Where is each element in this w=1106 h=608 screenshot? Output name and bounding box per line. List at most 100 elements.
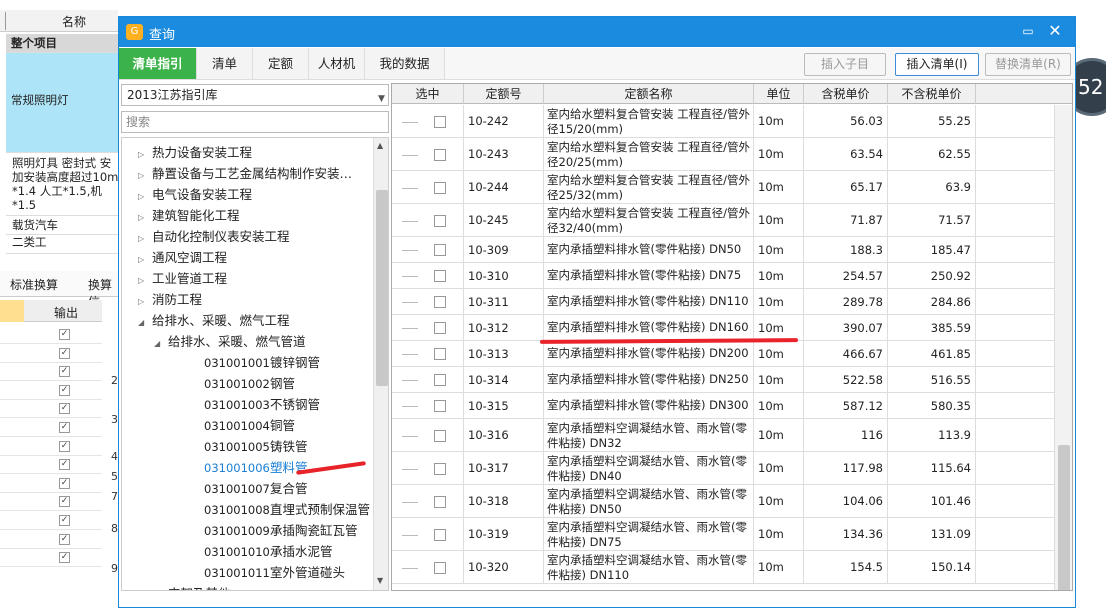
dialog-titlebar[interactable]: G 查询 ▭ ✕ (119, 17, 1075, 47)
tree-item[interactable]: 031001001镀锌钢管 (204, 353, 320, 373)
row-checkbox[interactable] (434, 214, 446, 227)
table-row[interactable]: 10-312 室内承插塑料排水管(零件粘接) DN160 10m 390.07 385.… (392, 315, 1072, 341)
row-checkbox[interactable] (434, 296, 446, 308)
tree-item[interactable]: ▷ 建筑智能化工程 (138, 206, 240, 226)
tree-item[interactable]: 031001007复合管 (204, 479, 308, 499)
tab-list[interactable]: 清单 (197, 48, 253, 79)
tree-item[interactable]: 031001011室外管道碰头 (204, 563, 345, 583)
row-checkbox[interactable] (434, 348, 446, 360)
col-code[interactable]: 定额号 (464, 84, 544, 104)
row-checkbox[interactable] (434, 495, 446, 508)
row-checkbox[interactable] (434, 561, 446, 574)
tree-item[interactable]: ◢ 给排水、采暖、燃气工程 (138, 311, 290, 331)
bg-output-checkbox[interactable]: ✓ (59, 552, 70, 564)
tree-item[interactable]: ◢ 给排水、采暖、燃气管道 (154, 332, 306, 352)
table-row[interactable]: 10-314 室内承插塑料排水管(零件粘接) DN250 10m 522.58 516.… (392, 367, 1072, 393)
bg-row-project[interactable]: 整个项目 (6, 34, 118, 53)
tab-materials[interactable]: 人材机 (309, 48, 365, 79)
expand-arrow-icon[interactable]: ▷ (138, 145, 152, 165)
table-row[interactable]: 10-242 室内给水塑料复合管安装 工程直径/管外径15/20(mm) 10m 56… (392, 105, 1072, 138)
bg-output-checkbox[interactable]: ✓ (59, 384, 70, 396)
row-checkbox[interactable] (434, 244, 446, 256)
row-checkbox[interactable] (434, 270, 446, 282)
expand-arrow-icon[interactable]: ▷ (154, 586, 168, 590)
bg-output-checkbox[interactable]: ✓ (59, 347, 70, 359)
table-row[interactable]: 10-315 室内承插塑料排水管(零件粘接) DN300 10m 587.12 580.… (392, 393, 1072, 419)
tree-scrollbar[interactable]: ▲ ▼ (373, 138, 388, 590)
row-checkbox[interactable] (434, 429, 446, 442)
col-select[interactable]: 选中 (392, 84, 464, 104)
table-row[interactable]: 10-320 室内承插塑料空调凝结水管、雨水管(零件粘接) DN110 10m 154… (392, 551, 1072, 584)
tree-item[interactable]: 031001004铜管 (204, 416, 295, 436)
row-checkbox[interactable] (434, 115, 446, 128)
scroll-down-icon[interactable]: ▼ (377, 576, 383, 585)
table-row[interactable]: 10-313 室内承插塑料排水管(零件粘接) DN200 10m 466.67 461.… (392, 341, 1072, 367)
bg-output-checkbox[interactable]: ✓ (59, 403, 70, 415)
row-checkbox[interactable] (434, 462, 446, 475)
bg-output-checkbox[interactable]: ✓ (59, 477, 70, 489)
close-icon[interactable]: ✕ (1045, 21, 1065, 41)
tab-quota[interactable]: 定额 (253, 48, 309, 79)
tree-item[interactable]: ▷ 工业管道工程 (138, 269, 227, 289)
row-checkbox[interactable] (434, 322, 446, 334)
row-checkbox[interactable] (434, 528, 446, 541)
bg-output-checkbox[interactable]: ✓ (59, 366, 70, 378)
bg-row-truck[interactable]: 载货汽车 (6, 218, 118, 235)
maximize-icon[interactable]: ▭ (1019, 22, 1037, 40)
bg-output-checkbox[interactable]: ✓ (59, 533, 70, 545)
bg-output-checkbox[interactable]: ✓ (59, 459, 70, 471)
expand-arrow-icon[interactable]: ▷ (138, 187, 152, 207)
collapse-arrow-icon[interactable]: ◢ (138, 313, 152, 333)
col-unit[interactable]: 单位 (754, 84, 804, 104)
col-name[interactable]: 定额名称 (544, 84, 754, 104)
bg-row-worker[interactable]: 二类工 (6, 235, 118, 254)
tree-item[interactable]: ▷ 消防工程 (138, 290, 202, 310)
tab-list-guide[interactable]: 清单指引 (119, 48, 197, 79)
insert-child-button[interactable]: 插入子目 (804, 53, 886, 76)
tree-item[interactable]: ▷支架及其他 (154, 584, 231, 590)
bg-row-lamp[interactable]: 常规照明灯 (6, 53, 118, 153)
row-checkbox[interactable] (434, 148, 446, 161)
tree-item[interactable]: ▷ 静置设备与工艺金属结构制作安装… (138, 164, 352, 184)
table-row[interactable]: 10-319 室内承插塑料空调凝结水管、雨水管(零件粘接) DN75 10m 134.… (392, 518, 1072, 551)
insert-list-button[interactable]: 插入清单(I) (895, 53, 979, 76)
table-row[interactable]: 10-245 室内给水塑料复合管安装 工程直径/管外径32/40(mm) 10m 71… (392, 204, 1072, 237)
col-price-tax[interactable]: 含税单价 (804, 84, 888, 104)
scroll-up-icon[interactable]: ▲ (377, 141, 383, 150)
bg-tab-standard[interactable]: 标准换算 (10, 276, 58, 293)
expand-arrow-icon[interactable]: ▷ (138, 292, 152, 312)
tree-item[interactable]: ▷ 热力设备安装工程 (138, 143, 252, 163)
bg-output-checkbox[interactable]: ✓ (59, 422, 70, 433)
library-select[interactable]: 2013江苏指引库 ▼ (121, 84, 389, 106)
table-row[interactable]: 10-318 室内承插塑料空调凝结水管、雨水管(零件粘接) DN50 10m 104.… (392, 485, 1072, 518)
replace-list-button[interactable]: 替换清单(R) (985, 53, 1071, 76)
collapse-arrow-icon[interactable]: ◢ (154, 334, 168, 354)
tab-my-data[interactable]: 我的数据 (365, 48, 445, 79)
expand-arrow-icon[interactable]: ▷ (138, 250, 152, 270)
table-row[interactable]: 10-309 室内承插塑料排水管(零件粘接) DN50 10m 188.3 185.47 (392, 237, 1072, 263)
tree-item[interactable]: ▷ 电气设备安装工程 (138, 185, 252, 205)
tree-scroll-thumb[interactable] (376, 190, 388, 386)
bg-output-checkbox[interactable]: ✓ (59, 440, 70, 452)
bg-row-fixture[interactable]: 照明灯具 密封式 安 加安装高度超过10m *1.4 人工*1.5,机 *1.5 (6, 156, 118, 216)
tree-item[interactable]: ▷ 自动化控制仪表安装工程 (138, 227, 290, 247)
tree-item[interactable]: 031001005铸铁管 (204, 437, 308, 457)
table-row[interactable]: 10-317 室内承插塑料空调凝结水管、雨水管(零件粘接) DN40 10m 117.… (392, 452, 1072, 485)
table-row[interactable]: 10-243 室内给水塑料复合管安装 工程直径/管外径20/25(mm) 10m 63… (392, 138, 1072, 171)
table-row[interactable]: 10-244 室内给水塑料复合管安装 工程直径/管外径25/32(mm) 10m 65… (392, 171, 1072, 204)
expand-arrow-icon[interactable]: ▷ (138, 271, 152, 291)
row-checkbox[interactable] (434, 374, 446, 386)
bg-output-checkbox[interactable]: ✓ (59, 329, 70, 340)
bg-output-checkbox[interactable]: ✓ (59, 515, 70, 526)
tree-item[interactable]: ▷ 通风空调工程 (138, 248, 227, 268)
table-row[interactable]: 10-310 室内承插塑料排水管(零件粘接) DN75 10m 254.57 250.9… (392, 263, 1072, 289)
row-checkbox[interactable] (434, 181, 446, 194)
col-price-notax[interactable]: 不含税单价 (888, 84, 976, 104)
tree-item[interactable]: 031001002钢管 (204, 374, 295, 394)
tree-item[interactable]: 031001009承插陶瓷缸瓦管 (204, 521, 358, 541)
expand-arrow-icon[interactable]: ▷ (138, 229, 152, 249)
tree-item[interactable]: 031001003不锈钢管 (204, 395, 320, 415)
tree-item[interactable]: 031001010承插水泥管 (204, 542, 333, 562)
table-scroll-thumb[interactable] (1058, 445, 1070, 590)
expand-arrow-icon[interactable]: ▷ (138, 166, 152, 186)
